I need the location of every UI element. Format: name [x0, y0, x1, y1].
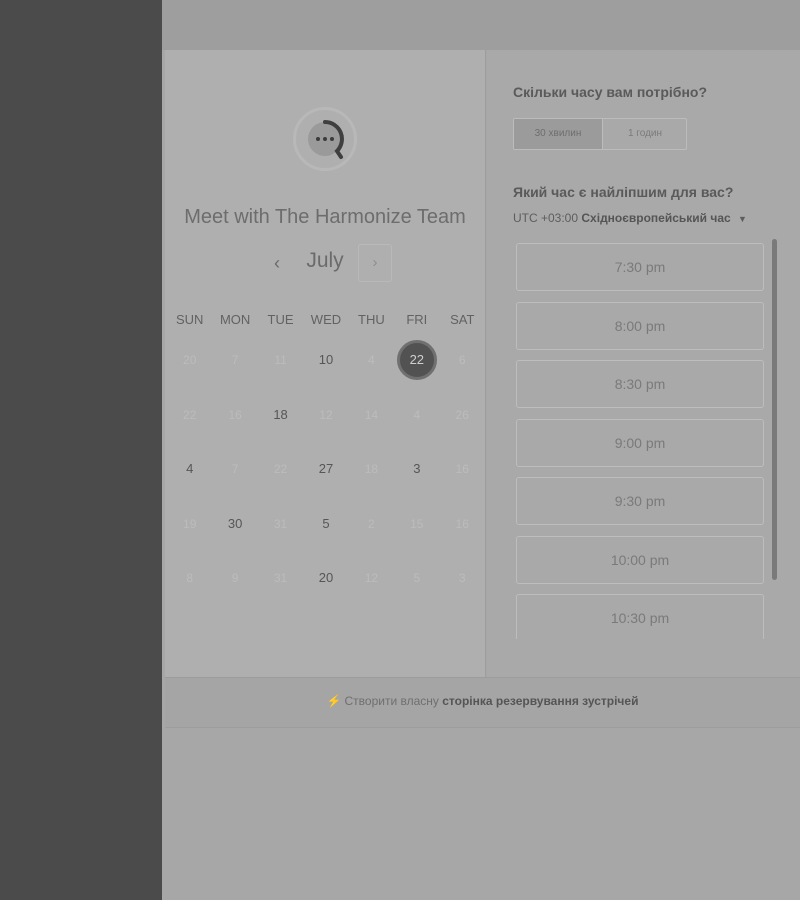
calendar-day-cell: 20 — [167, 317, 212, 372]
time-slot[interactable]: 10:00 pm — [516, 535, 764, 584]
calendar-week-row: 20 7 11 10 4 22 6 — [167, 317, 485, 380]
calendar-day-cell: 18 — [349, 426, 394, 481]
duration-option-30min[interactable]: 30 хвилин — [514, 119, 602, 149]
calendar-day-cell: 16 — [440, 426, 485, 481]
calendar-day-cell: 4 — [349, 317, 394, 372]
time-question: Який час є найліпшим для вас? — [513, 184, 734, 200]
calendar-week-row: 19 30 31 5 2 15 16 — [167, 481, 485, 536]
calendar-day-cell: 4 — [167, 426, 212, 481]
calendar-week-row: 4 7 22 27 18 3 16 — [167, 426, 485, 481]
calendar-day-unavailable: 9 — [231, 571, 239, 585]
time-slot[interactable]: 10:30 pm — [516, 594, 764, 639]
footer-bar: ⚡ Створити власну сторінка резервування з… — [165, 677, 800, 727]
calendar-day-unavailable: 3 — [458, 571, 466, 585]
calendar-day-cell: 22 — [167, 372, 212, 427]
calendar-day-cell: 4 — [394, 372, 439, 427]
next-month-button[interactable]: › — [358, 244, 392, 282]
calendar-day-cell: 15 — [394, 481, 439, 536]
calendar-day-cell: 10 — [303, 317, 348, 372]
calendar-day-cell: 22 — [394, 317, 439, 380]
top-header-bar — [162, 0, 800, 50]
create-own-page-link[interactable]: ⚡ Створити власну сторінка резервування з… — [165, 694, 800, 708]
lightning-icon: ⚡ — [326, 694, 342, 708]
calendar-day-unavailable: 8 — [186, 571, 194, 585]
calendar-day-cell: 9 — [212, 535, 257, 590]
calendar-day-cell: 19 — [167, 481, 212, 536]
calendar-day-cell: 12 — [349, 535, 394, 590]
time-slot[interactable]: 9:00 pm — [516, 418, 764, 467]
calendar-day-cell: 7 — [212, 317, 257, 372]
calendar-day-cell: 26 — [440, 372, 485, 427]
calendar-day-unavailable: 12 — [364, 571, 379, 585]
month-navigation: ‹ July › — [165, 243, 485, 283]
calendar-day-cell: 16 — [440, 481, 485, 536]
calendar-day-cell: 12 — [303, 372, 348, 427]
month-label: July — [306, 249, 344, 272]
calendar-day-cell: 16 — [212, 372, 257, 427]
calendar-day-cell: 14 — [349, 372, 394, 427]
calendar-day-unavailable: 5 — [413, 571, 421, 585]
time-selection-panel: Скільки часу вам потрібно? 30 хвилин 1 г… — [487, 50, 800, 677]
calendar-day-cell: 3 — [440, 535, 485, 590]
time-slot[interactable]: 8:30 pm — [516, 360, 764, 408]
prev-month-button[interactable]: ‹ — [265, 251, 289, 275]
calendar-day-cell: 22 — [258, 426, 303, 481]
calendar-day-cell: 5 — [303, 481, 348, 536]
calendar-day-cell: 31 — [258, 481, 303, 536]
header-decoration — [232, 0, 752, 4]
calendar-day-cell: 27 — [303, 426, 348, 481]
chat-bubble-logo-icon — [308, 120, 344, 159]
calendar-day-cell: 2 — [349, 481, 394, 536]
timezone-offset: UTC +03:00 — [513, 211, 579, 225]
calendar-day-cell: 7 — [212, 426, 257, 481]
timezone-name: Східноєвропейський час — [581, 211, 731, 225]
calendar-weeks: 20 7 11 10 4 22 6 22 16 18 12 14 4 26 4 7 22 27 18 3 16 19 30 3… — [167, 317, 485, 590]
calendar-grid: SUN MON TUE WED THU FRI SAT 20 7 11 10 4 22 6 2… — [167, 312, 485, 585]
organizer-title: Meet with The Harmonize Team — [184, 206, 466, 228]
calendar-week-row: 22 16 18 12 14 4 26 — [167, 372, 485, 427]
time-slot[interactable]: 8:00 pm — [516, 301, 764, 350]
left-sidebar-strip — [0, 0, 162, 900]
calendar-day-cell: 11 — [258, 317, 303, 372]
footer-link[interactable]: сторінка резервування зустрічей — [442, 694, 638, 708]
calendar-panel: Meet with The Harmonize Team ‹ July › SU… — [165, 50, 485, 677]
calendar-day-cell: 31 — [258, 535, 303, 590]
calendar-day-cell: 3 — [394, 426, 439, 481]
timezone-selector[interactable]: UTC +03:00 Східноєвропейський час ▼ — [513, 211, 747, 225]
slot-list-scrollbar[interactable] — [772, 239, 777, 580]
calendar-day-cell: 5 — [394, 535, 439, 590]
duration-toggle: 30 хвилин 1 годин — [513, 118, 687, 150]
time-slot[interactable]: 7:30 pm — [516, 243, 764, 291]
calendar-day-unavailable: 31 — [273, 571, 288, 585]
footer-prefix: Створити власну — [344, 694, 439, 708]
calendar-day-cell: 30 — [212, 481, 257, 536]
duration-question: Скільки часу вам потрібно? — [513, 84, 708, 100]
caret-down-icon: ▼ — [738, 214, 747, 224]
calendar-day-cell: 6 — [440, 317, 485, 372]
calendar-week-row: 8 9 31 20 12 5 3 — [167, 535, 485, 590]
time-slot-list: 7:30 pm 8:00 pm 8:30 pm 9:00 pm 9:30 pm … — [516, 243, 766, 639]
booking-card: Meet with The Harmonize Team ‹ July › SU… — [165, 50, 800, 677]
calendar-day-cell: 20 — [303, 535, 348, 590]
calendar-day-available[interactable]: 20 — [306, 558, 346, 598]
duration-option-1hour[interactable]: 1 годин — [602, 119, 686, 149]
time-slot[interactable]: 9:30 pm — [516, 477, 764, 525]
calendar-day-cell: 8 — [167, 535, 212, 590]
calendar-day-cell: 18 — [258, 372, 303, 427]
